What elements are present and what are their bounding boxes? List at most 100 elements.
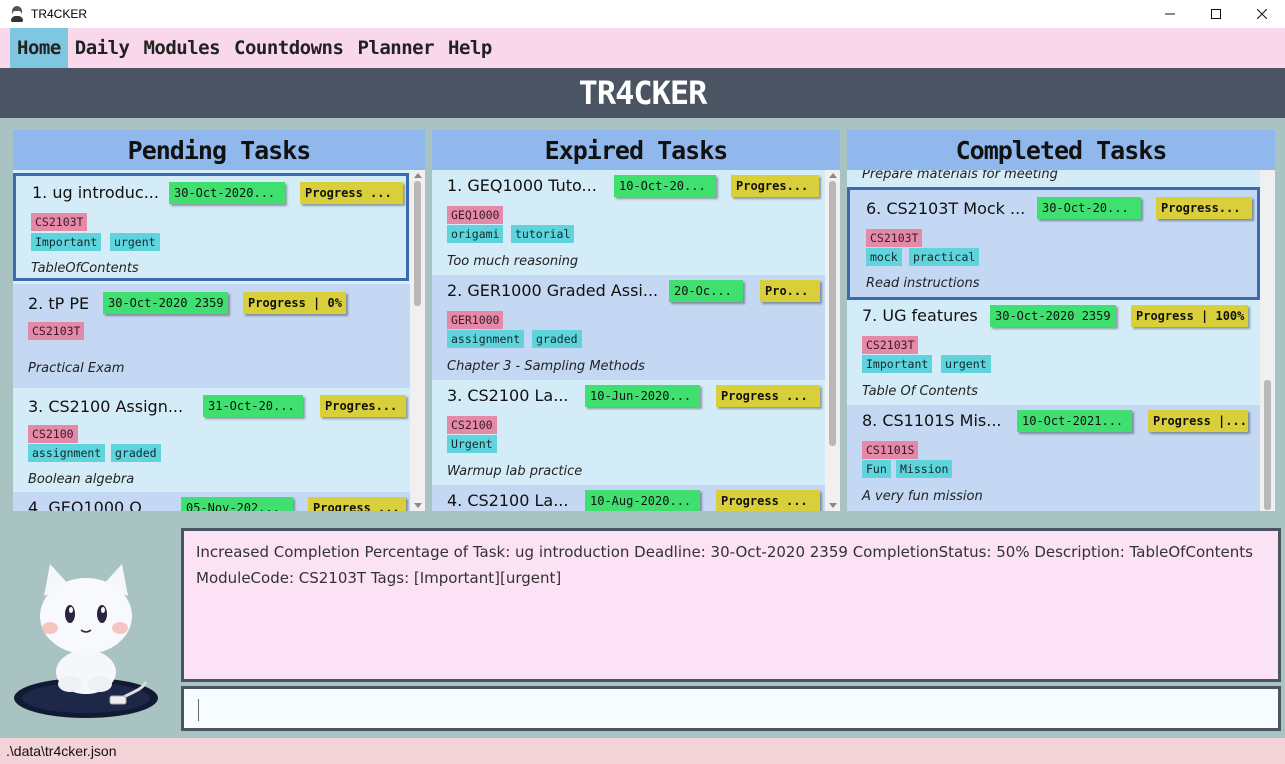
scroll-up-icon[interactable] xyxy=(829,173,837,178)
scroll-up-icon[interactable] xyxy=(414,173,422,178)
tag-chip: Mission xyxy=(896,460,953,478)
task-title: 6. CS2103T Mock ... xyxy=(866,199,1026,218)
task-title: 2. tP PE xyxy=(28,294,90,313)
task-card[interactable]: 3. CS2100 Assign... 31-Oct-20... Progres… xyxy=(13,388,410,492)
completed-tasks-title: Completed Tasks xyxy=(847,130,1275,170)
scroll-thumb[interactable] xyxy=(1264,380,1271,510)
tag-chip: assignment xyxy=(447,330,525,348)
maximize-icon[interactable] xyxy=(1193,0,1239,28)
module-tag: GEQ1000 xyxy=(447,206,504,224)
task-title: 1. ug introduc... xyxy=(32,183,159,202)
module-tag: GER1000 xyxy=(447,311,504,329)
scroll-thumb[interactable] xyxy=(414,181,421,306)
task-card[interactable]: 2. tP PE 30-Oct-2020 2359 Progress | 0% … xyxy=(13,284,410,388)
tag-chip: Important xyxy=(862,355,933,373)
task-card[interactable]: 4. CS2100 La... 10-Aug-2020... Progress … xyxy=(432,485,825,511)
pending-task-list[interactable]: 1. ug introduc... 30-Oct-2020... Progres… xyxy=(13,170,425,511)
task-card[interactable]: 7. UG features 30-Oct-2020 2359 Progress… xyxy=(847,300,1260,405)
completed-task-list[interactable]: Prepare materials for meeting 6. CS2103T… xyxy=(847,170,1275,511)
deadline-chip: 30-Oct-2020 2359 xyxy=(990,305,1116,327)
expired-task-list[interactable]: 1. GEQ1000 Tuto... 10-Oct-20... Progres.… xyxy=(432,170,840,511)
scroll-down-icon[interactable] xyxy=(829,503,837,508)
title-bar: TR4CKER xyxy=(0,0,1285,28)
cat-mascot-icon xyxy=(14,564,158,718)
task-description: Too much reasoning xyxy=(447,254,579,269)
expired-scrollbar[interactable] xyxy=(825,170,840,511)
progress-chip: Progress ... xyxy=(308,497,406,511)
tag-chip: Important xyxy=(31,233,102,251)
command-input[interactable] xyxy=(181,686,1281,731)
progress-chip: Pro... xyxy=(760,280,820,302)
task-title: 2. GER1000 Graded Assi... xyxy=(447,281,659,300)
task-description: Read instructions xyxy=(866,276,980,291)
text-caret xyxy=(198,699,199,721)
progress-chip: Progress... xyxy=(1156,197,1252,219)
tag-chip: graded xyxy=(532,330,582,348)
task-card[interactable]: 1. ug introduc... 30-Oct-2020... Progres… xyxy=(13,173,409,281)
scroll-down-icon[interactable] xyxy=(414,503,422,508)
task-description: Practical Exam xyxy=(28,361,125,376)
app-title: TR4CKER xyxy=(578,74,708,112)
menu-bar: Home Daily Modules Countdowns Planner He… xyxy=(0,28,1285,68)
minimize-icon[interactable] xyxy=(1147,0,1193,28)
completed-scrollbar[interactable] xyxy=(1260,170,1275,511)
progress-chip: Progress | 100% xyxy=(1131,305,1248,327)
module-tag: CS2100 xyxy=(447,416,497,434)
deadline-chip: 10-Aug-2020... xyxy=(585,490,700,511)
task-card[interactable]: 4. GEQ1000 Q... 05-Nov-202... Progress .… xyxy=(13,492,410,511)
deadline-chip: 31-Oct-20... xyxy=(203,395,303,417)
tag-chip: urgent xyxy=(110,233,160,251)
task-description: Prepare materials for meeting xyxy=(862,170,1058,182)
progress-chip: Progress ... xyxy=(300,182,403,204)
pending-tasks-panel: Pending Tasks 1. ug introduc... 30-Oct-2… xyxy=(13,130,425,511)
task-title: 1. GEQ1000 Tuto... xyxy=(447,176,597,195)
progress-chip: Progres... xyxy=(731,175,819,197)
task-title: 4. GEQ1000 Q... xyxy=(28,498,158,511)
task-title: 4. CS2100 La... xyxy=(447,491,569,510)
scroll-thumb[interactable] xyxy=(829,181,836,446)
module-tag: CS2103T xyxy=(28,322,85,340)
result-line-1: Increased Completion Percentage of Task:… xyxy=(196,543,1253,561)
module-tag: CS1101S xyxy=(862,441,919,459)
menu-countdowns[interactable]: Countdowns xyxy=(227,28,350,68)
module-tag: CS2103T xyxy=(31,213,88,231)
task-description: Warmup lab practice xyxy=(447,464,583,479)
deadline-chip: 05-Nov-202... xyxy=(181,497,293,511)
completed-tasks-panel: Completed Tasks Prepare materials for me… xyxy=(847,130,1275,511)
task-description: Chapter 3 - Sampling Methods xyxy=(447,359,645,374)
result-display: Increased Completion Percentage of Task:… xyxy=(181,528,1281,682)
window-controls xyxy=(1147,0,1285,28)
progress-chip: Progress ... xyxy=(716,490,820,511)
deadline-chip: 10-Oct-2021... xyxy=(1017,410,1132,432)
tag-chip: origami xyxy=(447,225,504,243)
tag-chip: graded xyxy=(111,444,161,462)
result-line-2: ModuleCode: CS2103T Tags: [Important][ur… xyxy=(196,569,562,587)
menu-daily[interactable]: Daily xyxy=(68,28,137,68)
task-title: 8. CS1101S Mis... xyxy=(862,411,1002,430)
module-tag: CS2100 xyxy=(28,425,78,443)
expired-tasks-title: Expired Tasks xyxy=(432,130,840,170)
pending-tasks-title: Pending Tasks xyxy=(13,130,425,170)
task-card[interactable]: 3. CS2100 La... 10-Jun-2020... Progress … xyxy=(432,380,825,485)
close-icon[interactable] xyxy=(1239,0,1285,28)
task-description: TableOfContents xyxy=(31,261,139,276)
tag-chip: urgent xyxy=(941,355,991,373)
module-tag: CS2103T xyxy=(862,336,919,354)
tag-chip: assignment xyxy=(28,444,106,462)
menu-help[interactable]: Help xyxy=(441,28,499,68)
task-card[interactable]: 8. CS1101S Mis... 10-Oct-2021... Progres… xyxy=(847,405,1260,511)
menu-planner[interactable]: Planner xyxy=(350,28,441,68)
menu-modules[interactable]: Modules xyxy=(136,28,227,68)
tag-chip: tutorial xyxy=(511,225,575,243)
save-file-path: .\data\tr4cker.json xyxy=(6,743,117,759)
menu-home[interactable]: Home xyxy=(10,28,68,68)
task-card[interactable]: 6. CS2103T Mock ... 30-Oct-20... Progres… xyxy=(847,187,1260,300)
task-card[interactable]: 2. GER1000 Graded Assi... 20-Oc... Pro..… xyxy=(432,275,825,380)
task-card[interactable]: Prepare materials for meeting xyxy=(847,170,1260,187)
expired-tasks-panel: Expired Tasks 1. GEQ1000 Tuto... 10-Oct-… xyxy=(432,130,840,511)
task-card[interactable]: 1. GEQ1000 Tuto... 10-Oct-20... Progres.… xyxy=(432,170,825,275)
pending-scrollbar[interactable] xyxy=(410,170,425,511)
progress-chip: Progress ... xyxy=(716,385,820,407)
task-title: 7. UG features xyxy=(862,306,978,325)
task-description: Table Of Contents xyxy=(862,384,978,399)
